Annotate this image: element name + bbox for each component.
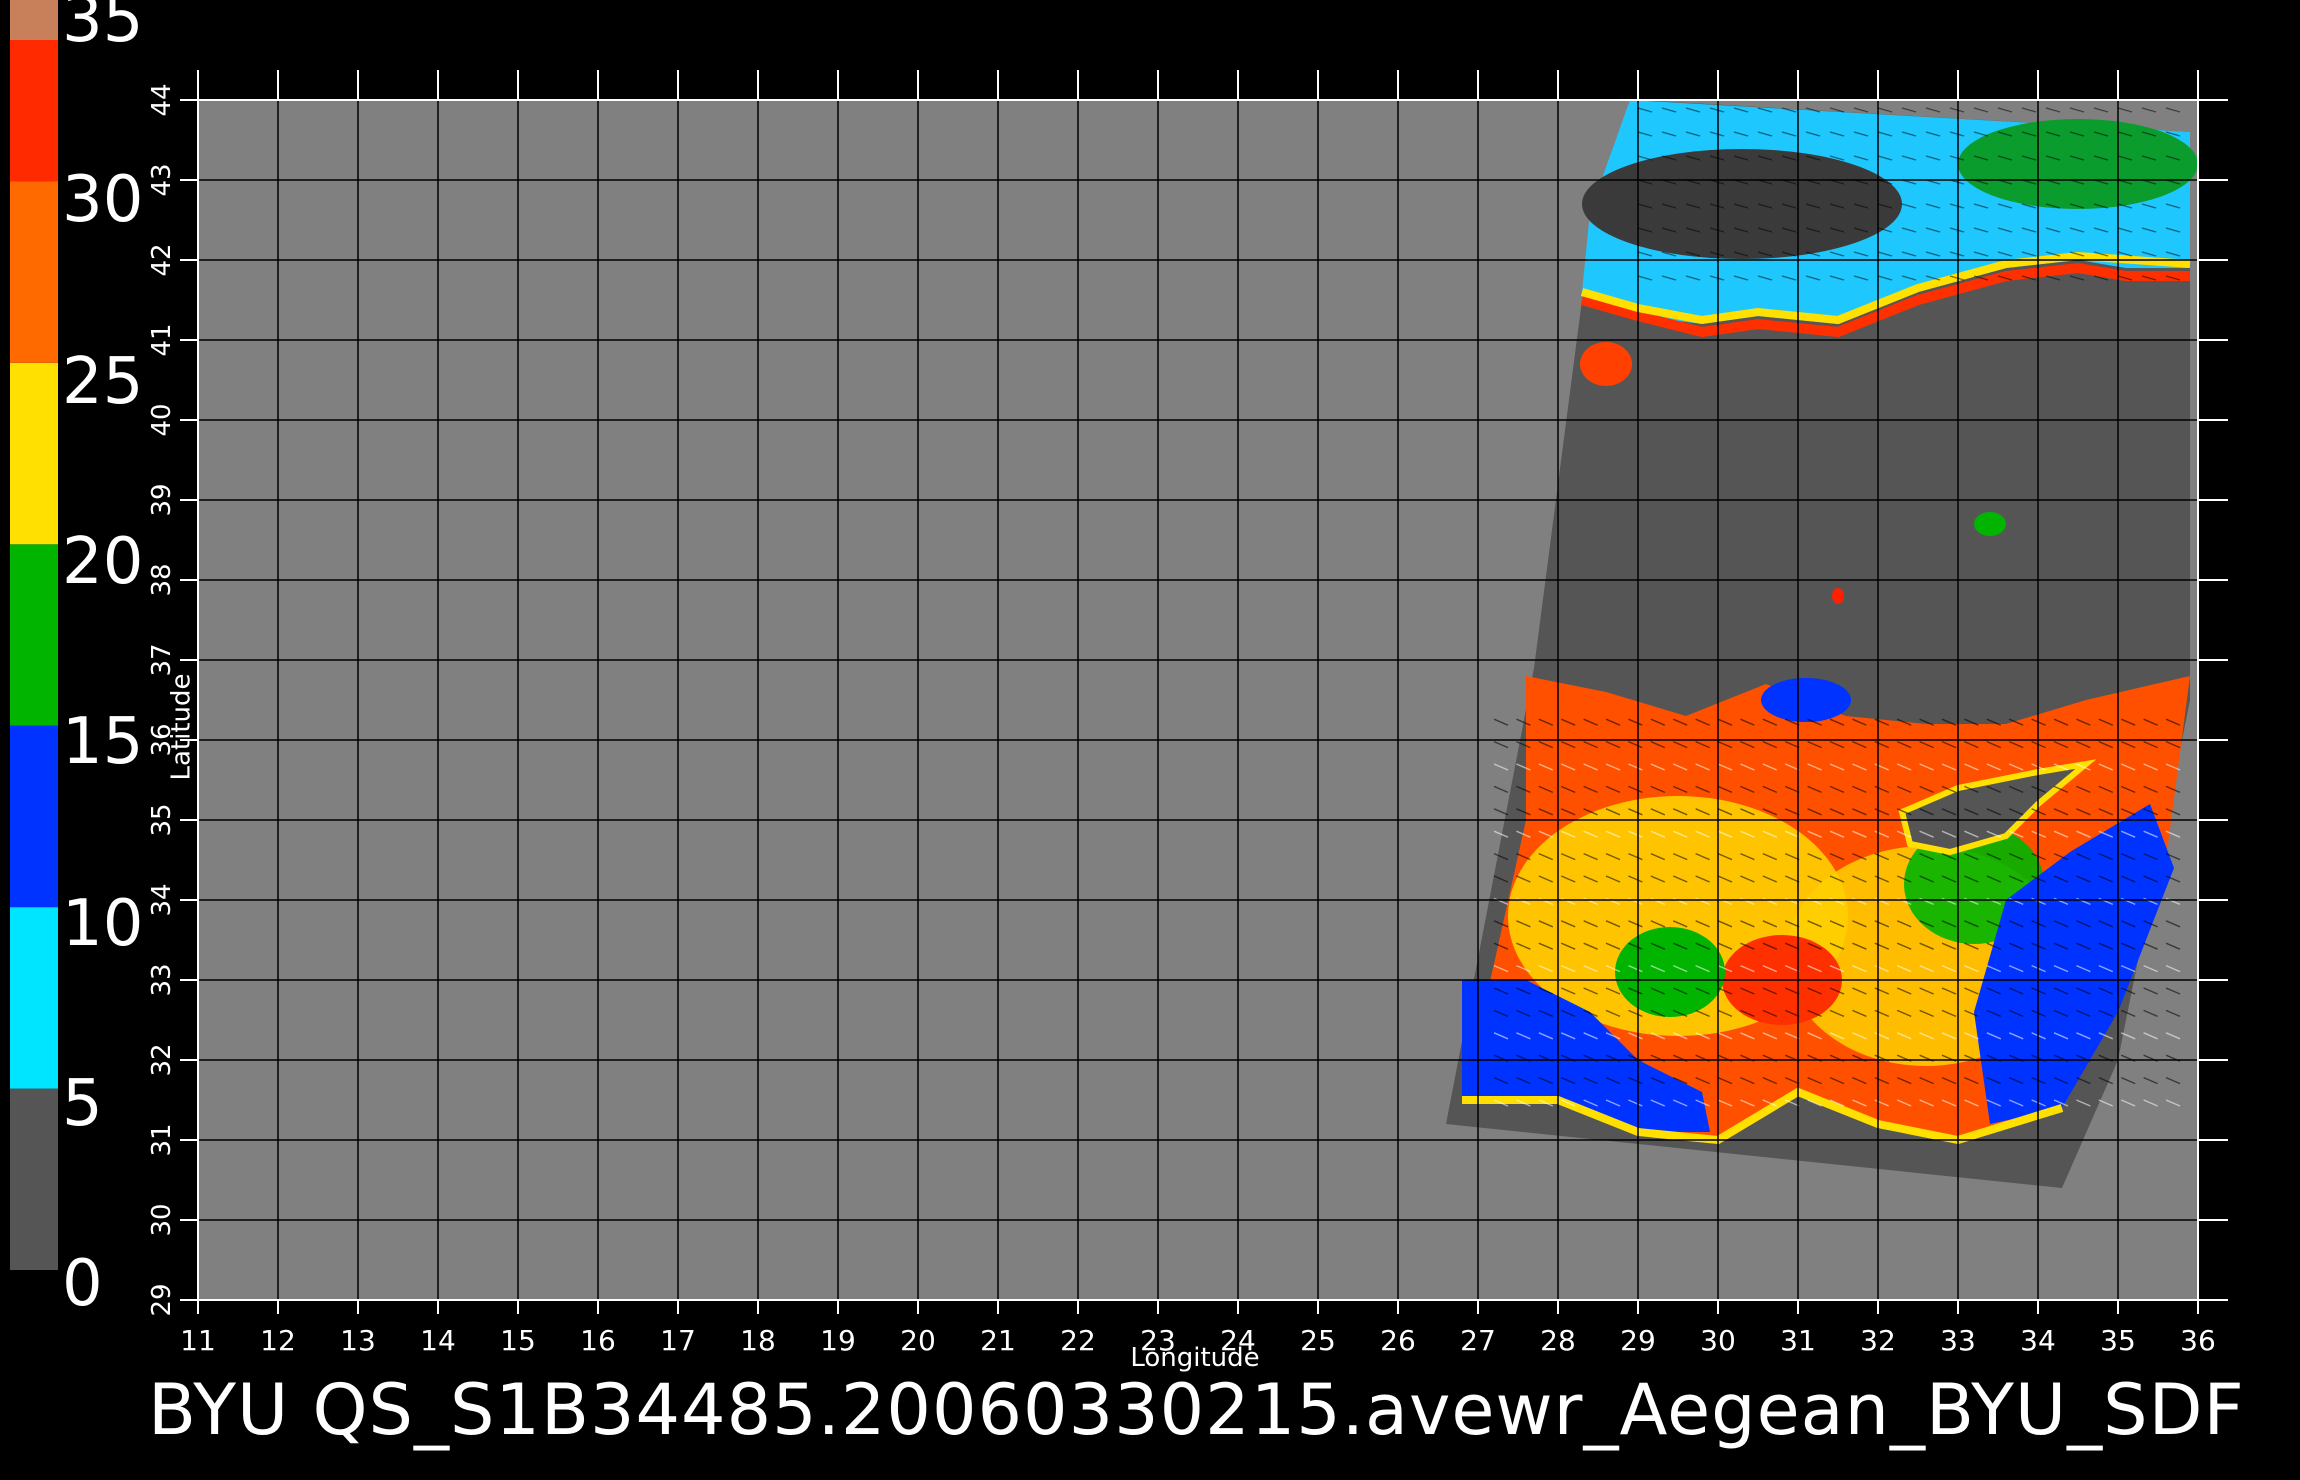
marmara-wind-patch bbox=[1580, 342, 1632, 386]
lon-tick-label: 26 bbox=[1380, 1324, 1416, 1357]
lon-tick-label: 36 bbox=[2180, 1324, 2216, 1357]
lat-tick-label: 32 bbox=[147, 1043, 177, 1076]
lon-tick-label: 21 bbox=[980, 1324, 1016, 1357]
lon-tick-label: 31 bbox=[1780, 1324, 1816, 1357]
lon-tick-label: 22 bbox=[1060, 1324, 1096, 1357]
wind-map: 11 12 13 14 15 16 17 18 19 20 21 22 23 24 25 26 27 28 29 30… bbox=[147, 70, 2228, 1357]
lat-tick-label: 29 bbox=[147, 1283, 177, 1316]
lat-tick-label: 40 bbox=[147, 403, 177, 436]
lake-wind-patch bbox=[1974, 512, 2006, 536]
lat-tick-label: 31 bbox=[147, 1123, 177, 1156]
image-caption: BYU QS_S1B34485.20060330215.avewr_Aegean… bbox=[148, 1369, 2245, 1451]
lon-tick-label: 29 bbox=[1620, 1324, 1656, 1357]
lat-tick-label: 30 bbox=[147, 1203, 177, 1236]
lat-tick-label: 43 bbox=[147, 163, 177, 196]
lon-tick-label: 14 bbox=[420, 1324, 456, 1357]
lon-tick-label: 15 bbox=[500, 1324, 536, 1357]
figure: 35 30 25 20 15 10 5 0 11 12 13 14 15 16 17 18 19… bbox=[0, 0, 2300, 1480]
lat-tick-label: 37 bbox=[147, 643, 177, 676]
lon-tick-label: 32 bbox=[1860, 1324, 1896, 1357]
lon-tick-label: 28 bbox=[1540, 1324, 1576, 1357]
black-sea-green-patch bbox=[1958, 119, 2198, 209]
lon-tick-label: 27 bbox=[1460, 1324, 1496, 1357]
lon-tick-label: 35 bbox=[2100, 1324, 2136, 1357]
lat-tick-label: 33 bbox=[147, 963, 177, 996]
lon-tick-label: 12 bbox=[260, 1324, 296, 1357]
lat-tick-label: 38 bbox=[147, 563, 177, 596]
lon-tick-label: 34 bbox=[2020, 1324, 2056, 1357]
lon-tick-label: 13 bbox=[340, 1324, 376, 1357]
lon-tick-label: 19 bbox=[820, 1324, 856, 1357]
lon-tick-label: 30 bbox=[1700, 1324, 1736, 1357]
small-lake-patch bbox=[1832, 588, 1844, 604]
lon-tick-label: 11 bbox=[180, 1324, 216, 1357]
lon-tick-label: 16 bbox=[580, 1324, 616, 1357]
lat-tick-label: 41 bbox=[147, 323, 177, 356]
lat-tick-label: 44 bbox=[147, 83, 177, 116]
med-blue-zone-north bbox=[1761, 678, 1851, 722]
lon-tick-label: 33 bbox=[1940, 1324, 1976, 1357]
lon-tick-label: 18 bbox=[740, 1324, 776, 1357]
lat-tick-label: 35 bbox=[147, 803, 177, 836]
y-axis-title: Latitude bbox=[166, 673, 197, 781]
lon-tick-label: 20 bbox=[900, 1324, 936, 1357]
med-green-zone bbox=[1615, 927, 1725, 1017]
lon-tick-label: 25 bbox=[1300, 1324, 1336, 1357]
lat-tick-label: 34 bbox=[147, 883, 177, 916]
lat-tick-label: 39 bbox=[147, 483, 177, 516]
lat-tick-label: 42 bbox=[147, 243, 177, 276]
lon-tick-label: 17 bbox=[660, 1324, 696, 1357]
